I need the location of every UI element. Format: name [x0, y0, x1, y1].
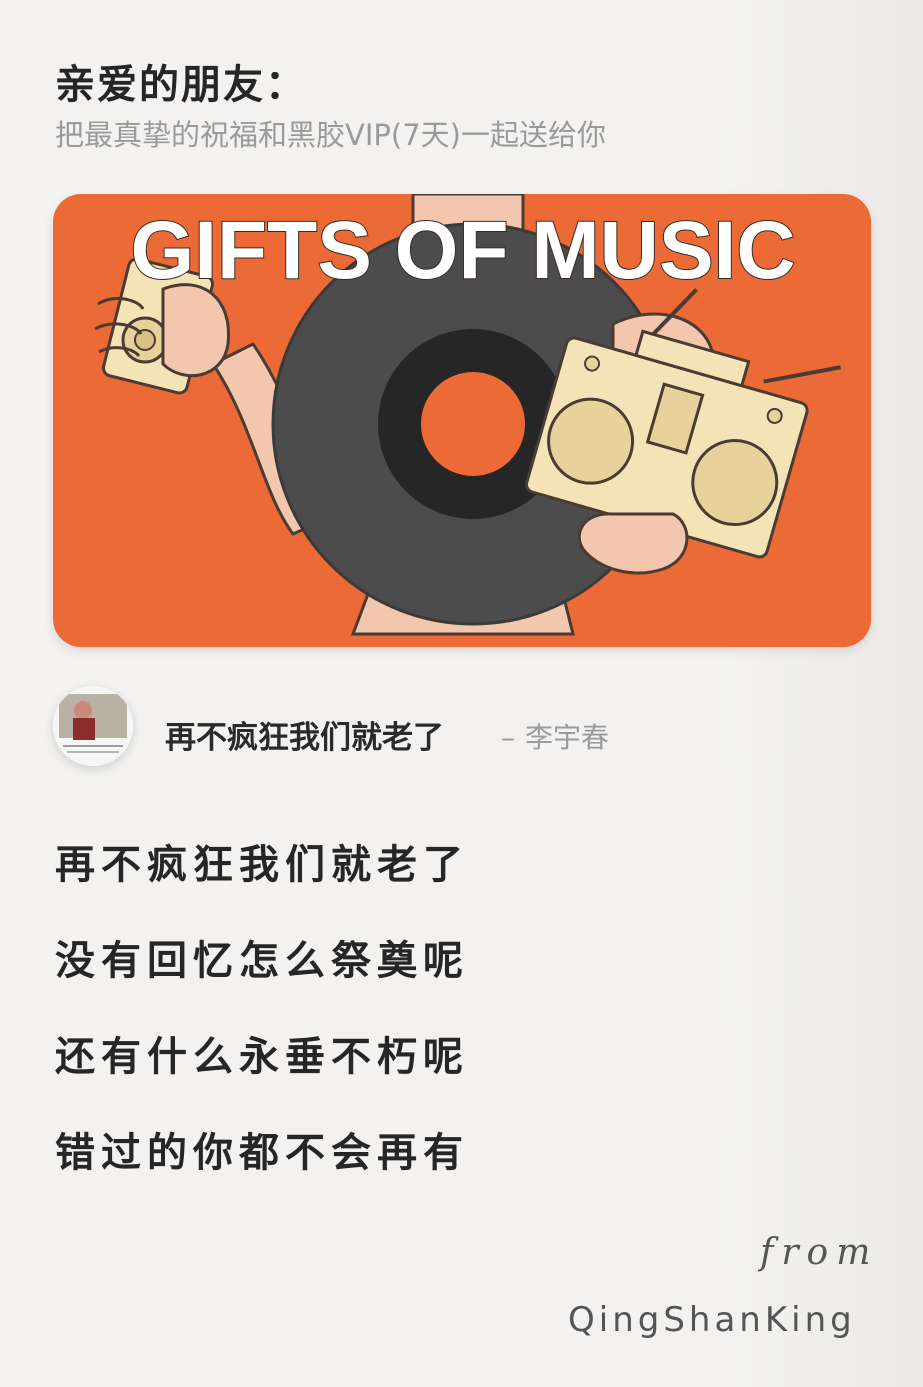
song-title: 再不疯狂我们就老了: [165, 720, 444, 756]
greeting-title: 亲爱的朋友：: [55, 62, 307, 108]
artist-name: 李宇春: [525, 721, 610, 754]
sender-name: QingShanKing: [568, 1300, 856, 1340]
album-cover[interactable]: [53, 686, 133, 766]
song-row[interactable]: 再不疯狂我们就老了 – 李宇春: [53, 686, 873, 782]
lyrics-block: 再不疯狂我们就老了 没有回忆怎么祭奠呢 还有什么永垂不朽呢 错过的你都不会再有: [55, 838, 469, 1222]
artist-separator: –: [501, 721, 515, 754]
song-artist: – 李宇春: [501, 716, 609, 756]
gift-card-banner[interactable]: GIFTS OF MUSIC: [53, 194, 871, 647]
lyric-line: 错过的你都不会再有: [55, 1130, 469, 1176]
from-label: from: [760, 1232, 879, 1273]
gift-description: 把最真挚的祝福和黑胶VIP(7天)一起送给你: [55, 118, 606, 152]
gift-card-title: GIFTS OF MUSIC: [130, 205, 795, 296]
lyric-line: 没有回忆怎么祭奠呢: [55, 938, 469, 984]
lyric-line: 还有什么永垂不朽呢: [55, 1034, 469, 1080]
album-cover-image: [53, 686, 133, 766]
gift-card-illustration: GIFTS OF MUSIC: [94, 194, 842, 636]
lyric-line: 再不疯狂我们就老了: [55, 842, 469, 888]
